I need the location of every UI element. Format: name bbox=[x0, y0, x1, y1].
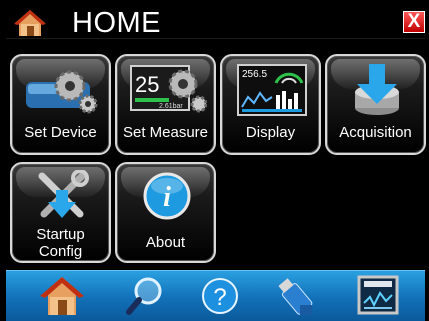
info-icon-glyph: i bbox=[163, 182, 171, 213]
set-device-button[interactable]: Set Device bbox=[10, 54, 111, 155]
tile-label: Display bbox=[245, 124, 296, 141]
header-bar: HOME X bbox=[6, 6, 425, 39]
download-disk-icon bbox=[355, 64, 399, 115]
about-button[interactable]: i About bbox=[115, 162, 216, 263]
display-icon-value: 256.5 bbox=[242, 69, 267, 80]
display-button[interactable]: 256.5 Display bbox=[220, 54, 321, 155]
startup-config-button[interactable]: Startup Config bbox=[10, 162, 111, 263]
tile-label: Set Measure bbox=[122, 124, 209, 141]
measure-display-icon: 25 2.61bar bbox=[130, 65, 207, 113]
help-icon[interactable]: ? bbox=[198, 275, 242, 317]
tile-label-line1: Startup bbox=[36, 226, 85, 243]
device-gears-icon bbox=[26, 70, 98, 114]
home-icon bbox=[14, 10, 46, 36]
tile-label-line2: Config bbox=[38, 243, 83, 260]
tile-label: About bbox=[145, 234, 186, 251]
monitor-icon[interactable] bbox=[356, 275, 400, 317]
tools-download-icon bbox=[38, 170, 89, 218]
home-icon[interactable] bbox=[40, 275, 84, 317]
page-title: HOME bbox=[72, 7, 161, 39]
app-window: HOME X Set Device 25 2.61bar Set Measure bbox=[0, 0, 429, 321]
tile-label: Set Device bbox=[24, 124, 97, 141]
help-icon-glyph: ? bbox=[213, 284, 226, 311]
set-measure-button[interactable]: 25 2.61bar Set Measure bbox=[115, 54, 216, 155]
measure-icon-value: 25 bbox=[135, 72, 159, 97]
display-chart-icon: 256.5 bbox=[237, 64, 307, 116]
bottom-nav-bar: ? bbox=[6, 270, 425, 321]
tile-label: Acquisition bbox=[339, 124, 412, 141]
usb-drive-icon[interactable] bbox=[274, 275, 318, 317]
close-button[interactable]: X bbox=[403, 11, 425, 33]
measure-icon-unit: 2.61bar bbox=[159, 103, 183, 110]
info-icon: i bbox=[143, 172, 191, 220]
search-icon[interactable] bbox=[124, 275, 168, 317]
acquisition-button[interactable]: Acquisition bbox=[325, 54, 426, 155]
